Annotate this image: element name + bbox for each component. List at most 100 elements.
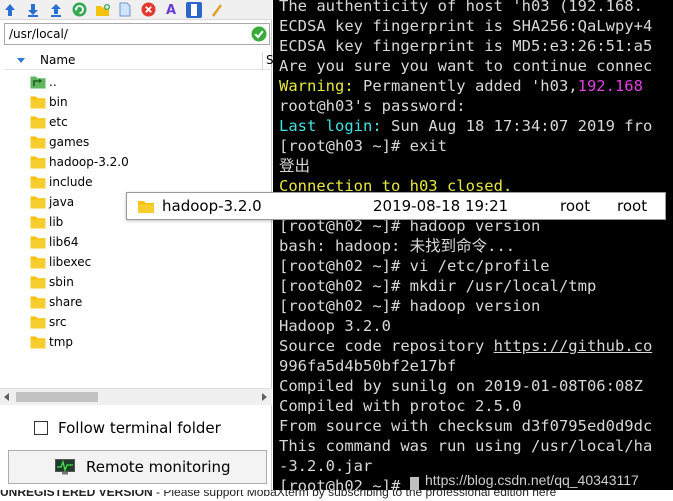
drag-ghost-group: root — [617, 197, 648, 215]
terminal-segment: [root@h02 ~]# — [279, 477, 410, 490]
new-file-icon[interactable] — [117, 2, 133, 18]
terminal-line: [root@h02 ~]# mkdir /usr/local/tmp — [279, 276, 596, 296]
status-strip: UNREGISTERED VERSION - Please support Mo… — [0, 490, 673, 501]
list-item[interactable]: bin — [30, 92, 68, 112]
list-item-label: games — [49, 135, 90, 149]
upload-icon[interactable] — [48, 2, 64, 18]
drag-ghost-owner: root — [560, 197, 591, 215]
path-input[interactable] — [5, 27, 245, 41]
list-item[interactable]: hadoop-3.2.0 — [30, 152, 129, 172]
horizontal-scrollbar[interactable] — [0, 388, 272, 405]
list-item[interactable]: etc — [30, 112, 68, 132]
folder-icon — [30, 215, 46, 229]
sort-arrow-icon[interactable] — [17, 58, 25, 63]
list-item-label: java — [49, 195, 75, 209]
terminal-segment: Sun Aug 18 17:34:07 2019 fro — [381, 117, 653, 135]
folder-icon — [30, 135, 46, 149]
terminal-segment[interactable]: https://github.co — [494, 337, 653, 355]
scrollbar-thumb[interactable] — [16, 392, 98, 402]
remote-monitoring-label: Remote monitoring — [86, 458, 231, 476]
terminal-line: Compiled with protoc 2.5.0 — [279, 396, 522, 416]
remote-monitoring-button[interactable]: Remote monitoring — [8, 450, 267, 484]
drag-ghost-date: 2019-08-18 19:21 — [373, 197, 509, 215]
folder-icon — [30, 275, 46, 289]
terminal-segment: [root@h03 ~]# exit — [279, 137, 447, 155]
terminal-segment: [root@h02 ~]# mkdir /usr/local/tmp — [279, 277, 597, 295]
follow-terminal-option[interactable]: Follow terminal folder — [34, 418, 221, 438]
terminal-segment: -3.2.0.jar — [279, 457, 373, 475]
svg-text:A: A — [166, 3, 176, 17]
folder-icon — [30, 175, 46, 189]
list-item[interactable]: share — [30, 292, 82, 312]
list-item[interactable]: include — [30, 172, 92, 192]
terminal-line: [root@h02 ~]# vi /etc/profile — [279, 256, 550, 276]
terminal-line: root@h03's password: — [279, 96, 466, 116]
terminal-segment: Hadoop 3.2.0 — [279, 317, 391, 335]
folder-icon — [30, 155, 46, 169]
list-item[interactable]: java — [30, 192, 74, 212]
list-item[interactable]: src — [30, 312, 67, 332]
folder-icon — [30, 195, 46, 209]
terminal-segment: 登出 — [279, 157, 311, 175]
folder-icon — [30, 95, 46, 109]
file-toolbar: A — [0, 0, 272, 20]
terminal-segment: [root@h02 ~]# hadoop version — [279, 297, 541, 315]
terminal-line: -3.2.0.jar — [279, 456, 372, 476]
list-item-label: sbin — [49, 275, 74, 289]
download-icon[interactable] — [25, 2, 41, 18]
scroll-left-arrow-icon[interactable] — [4, 393, 9, 401]
list-item[interactable]: sbin — [30, 272, 74, 292]
file-list: .. bin etc games hadoop-3.2.0 include java lib l… — [0, 72, 272, 384]
terminal-line: This command was run using /usr/local/ha — [279, 436, 652, 456]
folder-icon — [30, 295, 46, 309]
terminal-segment: From source with checksum d3f0795ed0d9dc — [279, 417, 653, 435]
list-item-label: src — [49, 315, 67, 329]
list-item[interactable]: lib — [30, 212, 63, 232]
drag-ghost-name: hadoop-3.2.0 — [162, 197, 262, 215]
path-ok-check-icon[interactable] — [251, 26, 267, 42]
list-item-label: libexec — [49, 255, 92, 269]
terminal-segment: Source code repository — [279, 337, 494, 355]
unregistered-label: UNREGISTERED VERSION — [0, 490, 153, 499]
column-header: Name S — [4, 52, 274, 70]
drag-ghost-row[interactable]: hadoop-3.2.0 2019-08-18 19:21 root root — [126, 192, 666, 220]
support-text[interactable]: - Please support MobaXterm by subscribin… — [153, 490, 556, 499]
settings-icon[interactable] — [209, 2, 225, 18]
terminal-line: Are you sure you want to continue connec — [279, 56, 652, 76]
new-folder-icon[interactable] — [94, 2, 110, 18]
terminal-segment: root@h03's password: — [279, 97, 466, 115]
terminal-segment: ECDSA key fingerprint is MD5:e3:26:51:a5 — [279, 37, 653, 55]
rename-icon[interactable]: A — [163, 2, 179, 18]
list-item[interactable]: .. — [30, 72, 57, 92]
terminal-line: Compiled by sunilg on 2019-01-08T06:08Z — [279, 376, 643, 396]
refresh-icon[interactable] — [71, 2, 87, 18]
list-item[interactable]: tmp — [30, 332, 73, 352]
parent-folder-icon — [30, 75, 46, 89]
scroll-right-arrow-icon[interactable] — [262, 393, 267, 401]
list-item-label: tmp — [49, 335, 74, 349]
clipboard-icon[interactable] — [186, 1, 202, 18]
unregistered-notice: UNREGISTERED VERSION - Please support Mo… — [0, 490, 556, 499]
terminal-line: Hadoop 3.2.0 — [279, 316, 391, 336]
up-arrow-icon[interactable] — [2, 2, 18, 18]
monitor-icon — [55, 459, 75, 475]
delete-icon[interactable] — [140, 2, 156, 18]
list-item[interactable]: games — [30, 132, 89, 152]
terminal-segment: Last login: — [279, 117, 382, 135]
terminal-segment: ECDSA key fingerprint is SHA256:QaLwpy+4 — [279, 17, 653, 35]
terminal-line: bash: hadoop: 未找到命令... — [279, 236, 515, 256]
list-item[interactable]: libexec — [30, 252, 91, 272]
terminal-view[interactable]: The authenticity of host 'h03 (192.168. E… — [273, 0, 673, 490]
terminal-segment: bash: hadoop: 未找到命令... — [279, 237, 516, 255]
column-divider[interactable] — [262, 52, 263, 70]
follow-terminal-checkbox[interactable] — [34, 421, 48, 435]
terminal-line: Warning: Permanently added 'h03,192.168 — [279, 76, 643, 96]
terminal-line: Source code repository https://github.co — [279, 336, 652, 356]
terminal-line: 登出 — [279, 156, 310, 176]
folder-icon — [30, 315, 46, 329]
column-name-header[interactable]: Name — [40, 53, 75, 67]
terminal-segment: Are you sure you want to continue connec — [279, 57, 653, 75]
terminal-line: Last login: Sun Aug 18 17:34:07 2019 fro — [279, 116, 652, 136]
list-item[interactable]: lib64 — [30, 232, 79, 252]
list-item-label: etc — [49, 115, 68, 129]
